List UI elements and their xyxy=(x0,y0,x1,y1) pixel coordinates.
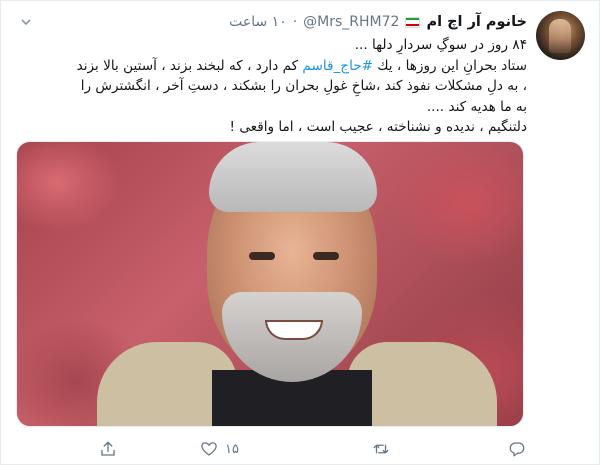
retweet-button[interactable] xyxy=(372,437,397,461)
tweet-line: ۸۴ روز در سوگِ سردارِ دلها ... xyxy=(354,37,527,53)
username-handle[interactable]: @Mrs_RHM72 xyxy=(303,14,399,30)
tweet-text: ۸۴ روز در سوگِ سردارِ دلها ... ستاد بحرا… xyxy=(7,35,527,138)
display-name[interactable]: خانوم آر اچ ام xyxy=(426,14,527,30)
avatar[interactable] xyxy=(536,11,585,60)
hashtag-link[interactable]: #حاج_قاسم xyxy=(302,58,373,74)
tweet-line-segment: کم دارد ، که لبخند بزند ، آستین بالا بزن… xyxy=(76,57,299,74)
tweet-line: ستاد بحرانِ این روزها ، یك #حاج_قاسم کم … xyxy=(7,56,527,77)
like-count: ۱۵ xyxy=(225,441,239,457)
timestamp[interactable]: ۱۰ ساعت xyxy=(229,14,287,30)
separator-dot: · xyxy=(292,14,298,30)
share-button[interactable] xyxy=(99,437,124,461)
tweet-photo[interactable] xyxy=(16,141,524,427)
tweet-line: ، به دلِ مشکلات نفوذ کند ،شاخِ غولِ بحرا… xyxy=(80,78,527,94)
retweet-icon xyxy=(373,444,389,454)
tweet-line-segment: ستاد بحرانِ این روزها ، یك xyxy=(377,57,527,74)
tweet-header: خانوم آر اچ ام @Mrs_RHM72 · ۱۰ ساعت xyxy=(229,11,527,33)
iran-flag-icon xyxy=(405,16,421,28)
share-icon xyxy=(101,441,115,456)
tweet-card[interactable]: خانوم آر اچ ام @Mrs_RHM72 · ۱۰ ساعت ۸۴ ر… xyxy=(0,0,600,465)
heart-icon xyxy=(201,442,217,456)
chevron-down-icon[interactable] xyxy=(19,15,33,29)
tweet-line: به ما هدیه کند .... xyxy=(426,98,527,115)
tweet-line: دلتنگیم ، ندیده و نشناخته ، عجیب است ، ا… xyxy=(229,119,527,135)
reply-icon xyxy=(509,442,525,457)
like-button[interactable]: ۱۵ xyxy=(200,437,239,461)
tweet-actions: ۱۵ xyxy=(1,437,600,461)
avatar-figure xyxy=(549,19,571,53)
reply-button[interactable] xyxy=(508,437,533,461)
